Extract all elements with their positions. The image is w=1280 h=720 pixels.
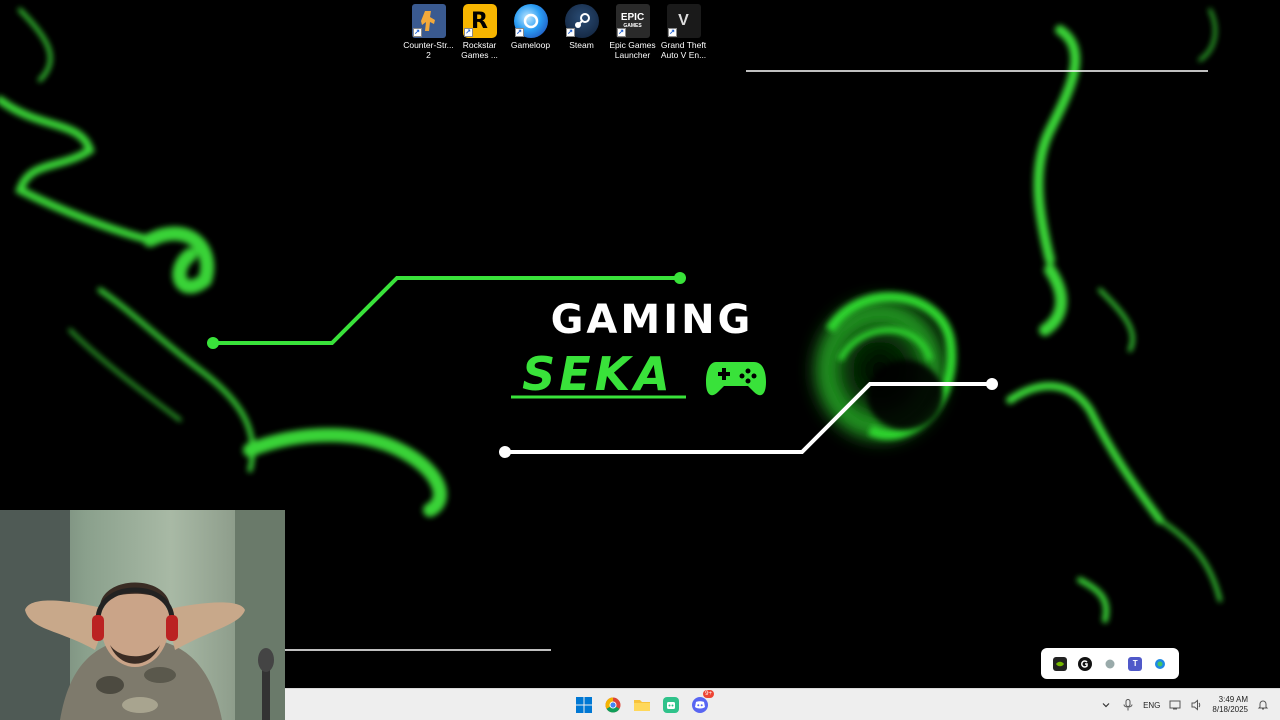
app-icon: [663, 697, 679, 713]
gta-v-icon: V ↗: [666, 4, 701, 38]
logo-seka-text: SEKA: [522, 347, 674, 401]
teams-icon[interactable]: T: [1128, 656, 1143, 671]
status-dot-icon[interactable]: [1103, 657, 1117, 671]
rockstar-glyph: R: [471, 8, 488, 34]
gta-glyph: V: [678, 12, 689, 29]
desktop-icon-label: Epic Games Launcher: [609, 40, 656, 60]
epic-glyph-top: EPIC: [620, 12, 645, 23]
desktop-icon-steam[interactable]: ↗ Steam: [556, 4, 607, 60]
file-explorer-button[interactable]: [630, 693, 654, 717]
desktop-icon-label: Gameloop: [510, 40, 551, 50]
rockstar-games-icon: R ↗: [462, 4, 497, 38]
input-language-indicator[interactable]: ENG: [1143, 701, 1160, 710]
volume-button[interactable]: [1190, 698, 1204, 712]
desktop-icon-label: Grand Theft Auto V En...: [660, 40, 707, 60]
show-hidden-icons-button[interactable]: [1099, 698, 1113, 712]
app-button[interactable]: [659, 693, 683, 717]
chrome-button[interactable]: [601, 693, 625, 717]
notifications-button[interactable]: [1256, 698, 1270, 712]
shortcut-arrow-icon: ↗: [667, 28, 677, 37]
shortcut-arrow-icon: ↗: [412, 28, 422, 37]
windows-start-icon: [576, 697, 592, 713]
desktop-icon-gta-v[interactable]: V ↗ Grand Theft Auto V En...: [658, 4, 709, 60]
tray-overflow-panel: T: [1041, 648, 1179, 679]
network-button[interactable]: [1168, 698, 1182, 712]
desktop-icon-counter-strike[interactable]: ↗ Counter-Str... 2: [403, 4, 454, 60]
file-explorer-icon: [634, 700, 650, 711]
shortcut-arrow-icon: ↗: [463, 28, 473, 37]
discord-icon: [692, 697, 708, 713]
clock-time: 3:49 AM: [1218, 695, 1248, 704]
desktop-icon-label: Counter-Str... 2: [403, 40, 454, 60]
desktop-icon-label: Steam: [569, 40, 594, 50]
desktop-icon-label: Rockstar Games ...: [461, 40, 498, 60]
clock-date: 8/18/2025: [1212, 705, 1248, 714]
discord-notification-badge: 9+: [703, 690, 714, 698]
network-app-icon[interactable]: [1153, 657, 1167, 671]
discord-button[interactable]: 9+: [688, 690, 714, 717]
shortcut-arrow-icon: ↗: [565, 28, 575, 37]
logo-gaming-text: GAMING: [551, 297, 754, 343]
chevron-down-icon: [1102, 703, 1110, 708]
desktop-icon-rockstar[interactable]: R ↗ Rockstar Games ...: [454, 4, 505, 60]
chrome-icon: [605, 697, 621, 713]
webcam-overlay: [0, 510, 285, 720]
taskbar-clock[interactable]: 3:49 AM 8/18/2025: [1212, 695, 1248, 715]
nvidia-icon[interactable]: [1052, 656, 1067, 671]
notification-bell-icon: [1257, 700, 1269, 710]
microphone-button[interactable]: [1121, 698, 1135, 712]
microphone-icon: [1123, 699, 1133, 711]
volume-icon: [1191, 699, 1201, 711]
shortcut-arrow-icon: ↗: [616, 28, 626, 37]
epic-games-icon: EPIC GAMES ↗: [615, 4, 650, 38]
windows-start-button[interactable]: [572, 693, 596, 717]
taskbar: 9+ ENG 3:49 AM 8/18/2025: [285, 688, 1280, 720]
shortcut-arrow-icon: ↗: [514, 28, 524, 37]
taskbar-pinned-apps: 9+: [572, 690, 714, 717]
gameloop-icon: ↗: [513, 4, 548, 38]
epic-glyph-bottom: GAMES: [623, 23, 642, 29]
desktop-icon-grid: ↗ Counter-Str... 2 R ↗ Rockstar Games ..…: [403, 4, 709, 60]
counter-strike-icon: ↗: [411, 4, 446, 38]
system-tray: ENG 3:49 AM 8/18/2025: [1099, 689, 1270, 720]
desktop-icon-gameloop[interactable]: ↗ Gameloop: [505, 4, 556, 60]
network-icon: [1169, 700, 1181, 710]
steam-icon: ↗: [564, 4, 599, 38]
g-hub-icon[interactable]: [1077, 656, 1092, 671]
desktop-icon-epic-games[interactable]: EPIC GAMES ↗ Epic Games Launcher: [607, 4, 658, 60]
